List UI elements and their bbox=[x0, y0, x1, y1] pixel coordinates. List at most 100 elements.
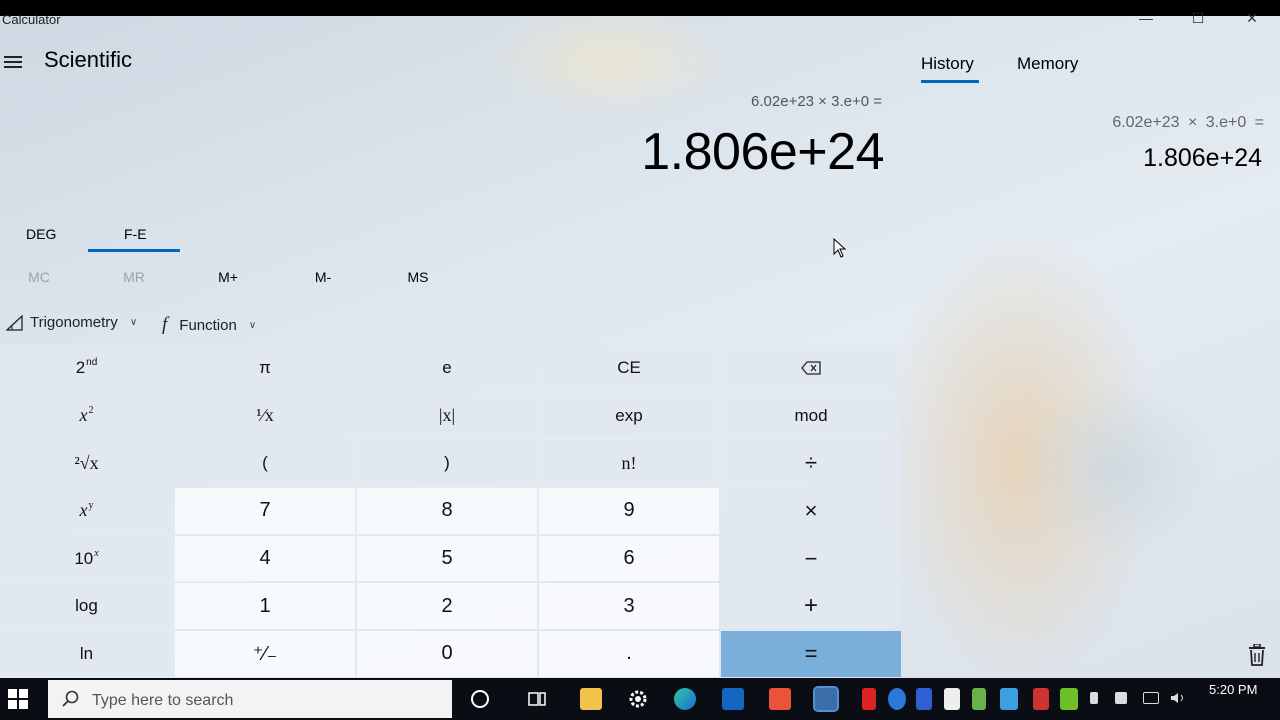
volume-icon[interactable] bbox=[1170, 692, 1188, 704]
onedrive-icon[interactable] bbox=[888, 688, 906, 710]
digit-8-key[interactable]: 8 bbox=[357, 488, 537, 534]
snagit-icon[interactable] bbox=[769, 688, 791, 710]
tray-app-icon[interactable] bbox=[1033, 688, 1049, 710]
ln-key[interactable]: ln bbox=[0, 631, 173, 677]
digit-1-key[interactable]: 1 bbox=[175, 583, 355, 630]
trigonometry-label: Trigonometry bbox=[30, 314, 118, 331]
reciprocal-key[interactable]: ¹⁄x bbox=[175, 392, 355, 439]
memory-recall-button[interactable]: MR bbox=[104, 269, 164, 285]
expression-display: 6.02e+23 × 3.e+0 = bbox=[751, 93, 882, 110]
taskbar-search-box[interactable]: Type here to search bbox=[48, 680, 452, 718]
left-paren-key[interactable]: ( bbox=[175, 440, 355, 487]
settings-gear-icon[interactable] bbox=[627, 688, 649, 710]
minimize-button[interactable]: — bbox=[1131, 11, 1161, 28]
trigonometry-dropdown[interactable]: Trigonometry ∨ bbox=[6, 314, 137, 331]
maximize-button[interactable]: ☐ bbox=[1183, 11, 1213, 28]
calculator-taskbar-icon[interactable] bbox=[813, 686, 839, 712]
digit-3-key[interactable]: 3 bbox=[539, 583, 719, 630]
windows-start-icon[interactable] bbox=[8, 689, 28, 709]
history-item-result[interactable]: 1.806e+24 bbox=[1143, 144, 1262, 173]
shield-icon[interactable] bbox=[944, 688, 960, 710]
right-paren-key[interactable]: ) bbox=[357, 440, 537, 487]
clear-entry-key[interactable]: CE bbox=[539, 345, 719, 391]
nvidia-icon[interactable] bbox=[1060, 688, 1078, 710]
angle-mode-button[interactable]: DEG bbox=[26, 226, 56, 242]
file-explorer-icon[interactable] bbox=[580, 688, 602, 710]
negate-key[interactable]: ⁺⁄₋ bbox=[175, 631, 355, 677]
tab-memory[interactable]: Memory bbox=[1017, 54, 1078, 74]
second-function-key[interactable]: 2nd bbox=[0, 345, 173, 391]
e-key[interactable]: e bbox=[357, 345, 537, 391]
log-key[interactable]: log bbox=[0, 583, 173, 630]
digit-5-key[interactable]: 5 bbox=[357, 535, 537, 582]
tray-app-icon[interactable] bbox=[862, 688, 876, 710]
mouse-cursor-icon bbox=[833, 238, 847, 258]
key-superscript: y bbox=[88, 500, 94, 512]
digit-4-key[interactable]: 4 bbox=[175, 535, 355, 582]
key-superscript: nd bbox=[86, 357, 98, 369]
backspace-key[interactable] bbox=[721, 345, 901, 391]
chevron-down-icon: ∨ bbox=[248, 319, 257, 331]
key-label: x bbox=[79, 405, 88, 426]
tray-app-icon[interactable] bbox=[972, 688, 986, 710]
outlook-icon[interactable] bbox=[722, 688, 744, 710]
clock[interactable]: 5:20 PM bbox=[1209, 682, 1257, 697]
power-key[interactable]: xy bbox=[0, 488, 173, 534]
word-icon[interactable] bbox=[916, 688, 932, 710]
decimal-key[interactable]: . bbox=[539, 631, 719, 677]
network-icon[interactable] bbox=[1143, 692, 1159, 704]
fe-toggle-button[interactable]: F-E bbox=[124, 226, 147, 242]
digit-7-key[interactable]: 7 bbox=[175, 488, 355, 534]
key-label: x bbox=[79, 500, 88, 521]
background-blob bbox=[1020, 380, 1220, 560]
key-superscript: 2 bbox=[88, 405, 94, 417]
calculator-mode-title: Scientific bbox=[44, 47, 133, 72]
memory-add-button[interactable]: M+ bbox=[198, 269, 258, 285]
multiply-key[interactable]: × bbox=[721, 488, 901, 534]
digit-9-key[interactable]: 9 bbox=[539, 488, 719, 534]
square-key[interactable]: x2 bbox=[0, 392, 173, 439]
memory-subtract-button[interactable]: M- bbox=[293, 269, 353, 285]
equals-key[interactable]: = bbox=[721, 631, 901, 677]
search-placeholder: Type here to search bbox=[92, 692, 234, 709]
navigation-menu-icon[interactable] bbox=[4, 56, 22, 70]
minus-key[interactable]: − bbox=[721, 535, 901, 582]
key-label: 10 bbox=[74, 548, 94, 568]
mod-key[interactable]: mod bbox=[721, 392, 901, 439]
digit-0-key[interactable]: 0 bbox=[357, 631, 537, 677]
memory-clear-button[interactable]: MC bbox=[9, 269, 69, 285]
screen-top-bar bbox=[0, 0, 1280, 16]
digit-6-key[interactable]: 6 bbox=[539, 535, 719, 582]
key-superscript: x bbox=[94, 548, 99, 560]
memory-store-button[interactable]: MS bbox=[388, 269, 448, 285]
digit-2-key[interactable]: 2 bbox=[357, 583, 537, 630]
fe-active-indicator bbox=[88, 249, 180, 252]
square-root-key[interactable]: ²√x bbox=[0, 440, 173, 487]
pi-key[interactable]: π bbox=[175, 345, 355, 391]
history-item-expression[interactable]: 6.02e+23 × 3.e+0 = bbox=[1112, 114, 1264, 132]
function-icon: f bbox=[162, 314, 168, 335]
title-bar: Calculator — ☐ ✕ bbox=[0, 11, 1280, 44]
absolute-value-key[interactable]: |x| bbox=[357, 392, 537, 439]
trash-icon[interactable] bbox=[1247, 644, 1267, 666]
function-label: Function bbox=[179, 316, 237, 334]
app-title: Calculator bbox=[2, 12, 61, 27]
ten-power-key[interactable]: 10 x bbox=[0, 535, 173, 582]
taskbar: Type here to search 5:20 PM bbox=[0, 678, 1280, 720]
function-dropdown[interactable]: f Function ∨ bbox=[162, 314, 256, 336]
close-button[interactable]: ✕ bbox=[1237, 11, 1267, 28]
plus-key[interactable]: + bbox=[721, 583, 901, 630]
task-view-icon[interactable] bbox=[526, 688, 548, 710]
tray-icon[interactable] bbox=[1115, 692, 1127, 704]
divide-key[interactable]: ÷ bbox=[721, 440, 901, 487]
edge-browser-icon[interactable] bbox=[674, 688, 696, 710]
tray-app-icon[interactable] bbox=[1000, 688, 1018, 710]
factorial-key[interactable]: n! bbox=[539, 440, 719, 487]
chevron-down-icon: ∨ bbox=[129, 317, 138, 328]
tab-history[interactable]: History bbox=[921, 54, 974, 74]
exp-key[interactable]: exp bbox=[539, 392, 719, 439]
cortana-icon[interactable] bbox=[469, 688, 491, 710]
usb-icon[interactable] bbox=[1090, 692, 1098, 704]
search-icon bbox=[62, 690, 79, 707]
active-tab-indicator bbox=[921, 80, 979, 83]
